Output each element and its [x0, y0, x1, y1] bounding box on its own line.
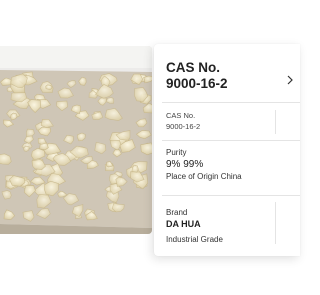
- product-spec-card: CAS No. 9000-16-2 CAS No. 9000-16-2 Puri…: [154, 44, 300, 256]
- purity-value: 9% 99%: [166, 159, 204, 170]
- divider: [162, 102, 300, 103]
- product-photo[interactable]: [0, 46, 152, 234]
- card-header-value: 9000-16-2: [166, 76, 228, 91]
- column-divider: [275, 110, 276, 134]
- grade-value: Industrial Grade: [166, 235, 223, 244]
- cas-value: 9000-16-2: [166, 122, 201, 131]
- column-divider: [275, 202, 276, 244]
- card-header[interactable]: CAS No. 9000-16-2: [166, 60, 296, 92]
- place-of-origin: Place of Origin China: [166, 172, 242, 181]
- divider: [162, 140, 300, 141]
- cas-section: CAS No. 9000-16-2: [166, 110, 296, 132]
- purity-label: Purity: [166, 148, 187, 157]
- brand-section: Brand DA HUA Industrial Grade: [166, 207, 296, 246]
- purity-section: Purity 9% 99% Place of Origin China: [166, 147, 296, 183]
- brand-label: Brand: [166, 208, 188, 217]
- card-header-label: CAS No.: [166, 60, 220, 75]
- divider: [162, 195, 300, 196]
- cas-label: CAS No.: [166, 111, 196, 120]
- brand-value: DA HUA: [166, 219, 201, 229]
- chevron-right-icon[interactable]: [286, 72, 294, 90]
